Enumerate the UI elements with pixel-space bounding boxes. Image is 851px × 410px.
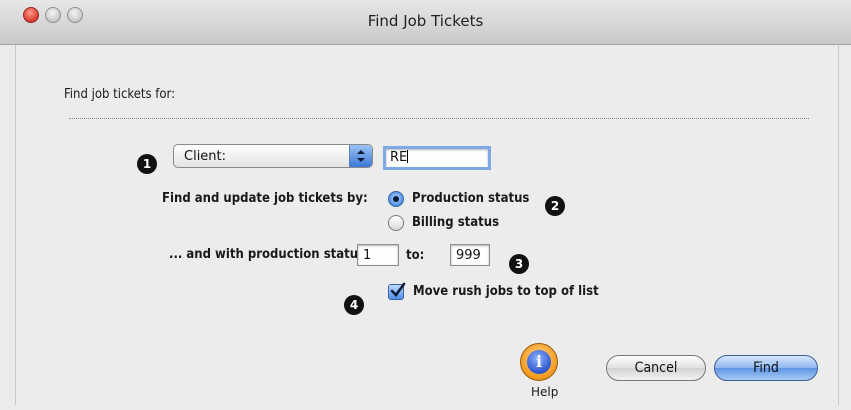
- section-label: Find job tickets for:: [64, 87, 176, 102]
- billing-status-label[interactable]: Billing status: [412, 215, 499, 230]
- dotted-divider: [69, 118, 809, 119]
- field-type-popup[interactable]: Client:: [173, 144, 373, 168]
- callout-3: 3: [509, 254, 529, 274]
- production-status-range-label: ... and with production status:: [169, 247, 370, 262]
- dialog-content: Find job tickets for: 1 Client: RE Find …: [15, 45, 839, 405]
- find-by-label: Find and update job tickets by:: [162, 191, 368, 206]
- info-icon: i: [527, 350, 551, 374]
- find-button[interactable]: Find: [714, 355, 818, 381]
- title-bar[interactable]: Find Job Tickets: [0, 0, 851, 45]
- window-title: Find Job Tickets: [367, 12, 484, 30]
- field-type-popup-value: Client:: [184, 149, 227, 164]
- callout-4: 4: [344, 295, 364, 315]
- help-label: Help: [531, 385, 559, 399]
- find-job-tickets-window: Find Job Tickets Find job tickets for: 1…: [0, 0, 851, 410]
- production-status-from-field[interactable]: 1: [357, 244, 399, 266]
- help-button[interactable]: i: [520, 343, 564, 387]
- rush-jobs-checkbox[interactable]: [388, 282, 406, 300]
- popup-arrows-icon: [349, 145, 372, 167]
- search-value-field[interactable]: RE: [383, 146, 491, 170]
- text-caret: [407, 150, 409, 163]
- rush-jobs-label[interactable]: Move rush jobs to top of list: [413, 284, 599, 299]
- help-icon: i: [520, 343, 558, 381]
- production-status-label[interactable]: Production status: [412, 191, 529, 206]
- production-status-to-field[interactable]: 999: [450, 244, 490, 266]
- billing-status-radio[interactable]: [388, 215, 404, 231]
- callout-2: 2: [545, 196, 565, 216]
- callout-1: 1: [137, 154, 157, 174]
- to-label: to:: [406, 248, 425, 263]
- cancel-button[interactable]: Cancel: [606, 355, 706, 381]
- checkmark-icon: [390, 282, 406, 297]
- production-status-radio[interactable]: [388, 191, 404, 207]
